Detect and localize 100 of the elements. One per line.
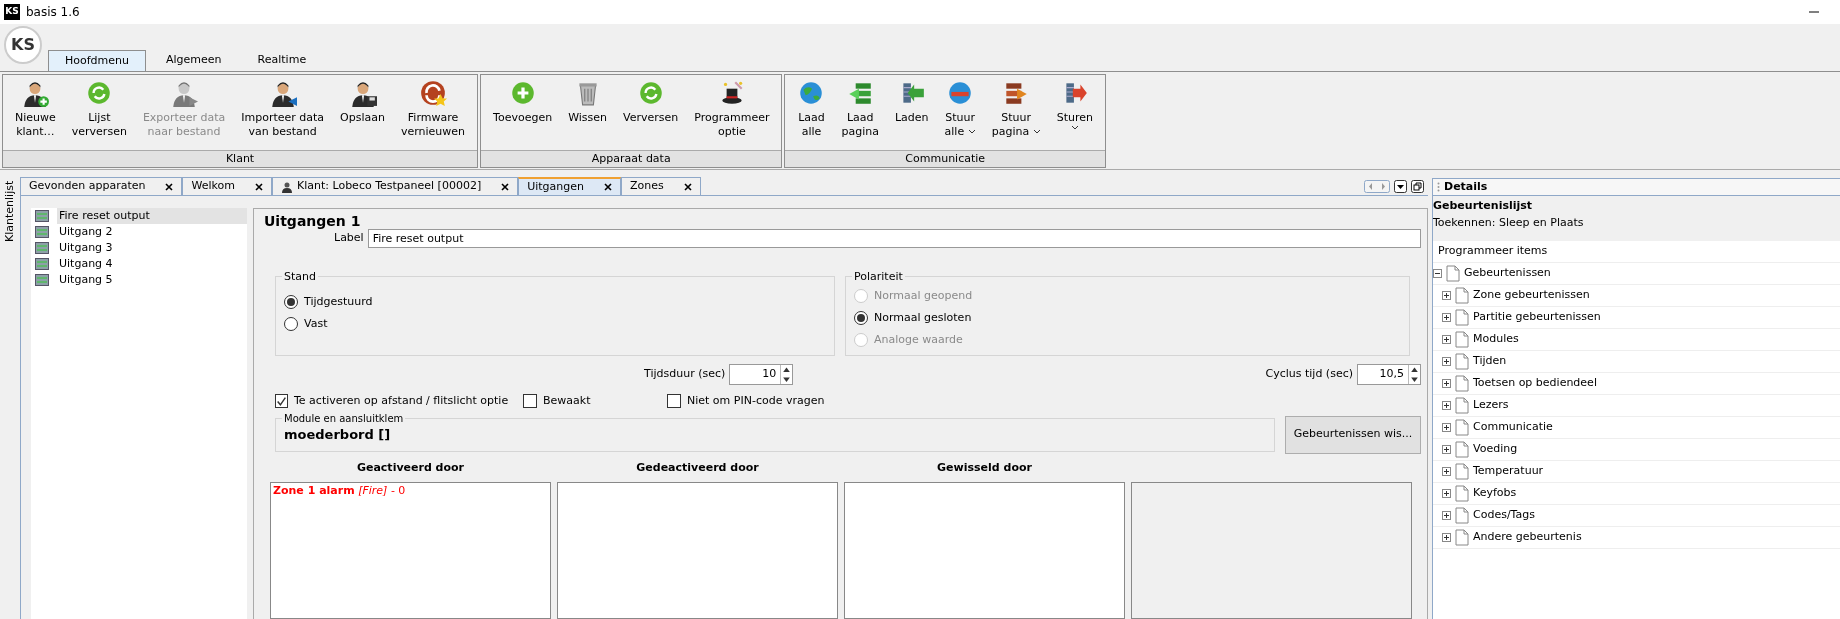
dropdown-icon[interactable]: [1394, 180, 1407, 193]
close-icon[interactable]: [683, 182, 692, 191]
tree-item[interactable]: Modules: [1433, 329, 1840, 351]
ribbon-button[interactable]: Importeer data van bestand: [233, 79, 333, 139]
details-subheading: Toekennen: Sleep en Plaats: [1433, 214, 1585, 231]
ribbon-tab[interactable]: Realtime: [241, 50, 323, 71]
panel-icon: [35, 210, 49, 222]
radio-button[interactable]: [284, 317, 298, 331]
tree-item[interactable]: Zone gebeurtenissen: [1433, 285, 1840, 307]
radio-label: Analoge waarde: [874, 331, 963, 348]
collapse-icon[interactable]: [1433, 269, 1442, 278]
expand-icon[interactable]: [1442, 489, 1451, 498]
up-arrow-icon[interactable]: [1409, 365, 1420, 375]
ribbon-button[interactable]: Lijst verversen: [63, 79, 135, 139]
list-item[interactable]: Uitgang 4: [31, 256, 247, 272]
clear-events-button[interactable]: Gebeurtenissen wis...: [1285, 415, 1421, 454]
expand-icon[interactable]: [1442, 423, 1451, 432]
expand-icon[interactable]: [1442, 357, 1451, 366]
radio-button[interactable]: [854, 311, 868, 325]
side-strip[interactable]: Klantenlijst: [0, 178, 20, 619]
document-tab[interactable]: Welkom: [182, 177, 272, 195]
ribbon-button[interactable]: Sturen: [1048, 79, 1101, 131]
module-value: moederbord []: [284, 426, 391, 442]
tree-item[interactable]: Voeding: [1433, 439, 1840, 461]
window-title: basis 1.6: [26, 4, 80, 21]
document-tab[interactable]: Zones: [621, 177, 701, 195]
person-plus-icon: [21, 79, 50, 107]
document-icon: [1446, 265, 1460, 282]
close-icon[interactable]: [604, 183, 613, 191]
checkbox[interactable]: [523, 394, 537, 409]
expand-icon[interactable]: [1442, 467, 1451, 476]
expand-icon[interactable]: [1442, 313, 1451, 322]
ribbon-button[interactable]: Laad alle: [789, 79, 834, 139]
list-item[interactable]: Uitgang 2: [31, 224, 247, 240]
ribbon-button[interactable]: Opslaan: [332, 79, 393, 125]
expand-icon[interactable]: [1442, 445, 1451, 454]
document-icon: [1455, 353, 1469, 370]
tree-item[interactable]: Temperatuur: [1433, 461, 1840, 483]
document-tab[interactable]: Uitgangen: [518, 177, 622, 195]
ribbon-button[interactable]: Programmeer optie: [686, 79, 778, 139]
expand-icon[interactable]: [1442, 291, 1451, 300]
close-icon[interactable]: [254, 182, 263, 191]
expand-icon[interactable]: [1442, 401, 1451, 410]
ribbon-button[interactable]: Laad pagina: [833, 79, 887, 139]
checkbox[interactable]: [275, 394, 288, 409]
ribbon-button[interactable]: Laden: [886, 79, 937, 125]
ribbon-button[interactable]: Firmware vernieuwen: [392, 79, 474, 139]
checkbox-label: Bewaakt: [543, 393, 591, 409]
tree-item[interactable]: Lezers: [1433, 395, 1840, 417]
document-icon: [1455, 529, 1469, 546]
expand-icon[interactable]: [1442, 379, 1451, 388]
document-icon: [1455, 485, 1469, 502]
tree-item[interactable]: Communicatie: [1433, 417, 1840, 439]
ribbon-button[interactable]: Wissen: [560, 79, 616, 125]
tree-item[interactable]: Tijden: [1433, 351, 1840, 373]
close-icon[interactable]: [501, 182, 510, 191]
tree-item[interactable]: Andere gebeurtenis: [1433, 527, 1840, 549]
tree-item[interactable]: Keyfobs: [1433, 483, 1840, 505]
app-logo[interactable]: KS: [4, 26, 42, 64]
document-tab[interactable]: Gevonden apparaten: [20, 177, 183, 195]
restore-icon[interactable]: [1411, 180, 1424, 193]
ribbon-button[interactable]: Verversen: [615, 79, 687, 125]
panel-icon: [35, 226, 49, 238]
document-icon: [1455, 397, 1469, 414]
tree-item[interactable]: Codes/Tags: [1433, 505, 1840, 527]
expand-icon[interactable]: [1442, 511, 1451, 520]
number-field[interactable]: 10: [729, 364, 794, 385]
ribbon-button[interactable]: Nieuwe klant…: [7, 79, 64, 139]
document-icon: [1455, 331, 1469, 348]
ribbon-tab[interactable]: Hoofdmenu: [48, 50, 146, 71]
list-item[interactable]: Uitgang 3: [31, 240, 247, 256]
list-item[interactable]: Uitgang 5: [31, 272, 247, 288]
ribbon-button[interactable]: Stuur alle: [936, 79, 984, 139]
event-item[interactable]: Zone 1 alarm [Fire] - 0: [273, 482, 548, 499]
column-heading: Gedeactiveerd door: [635, 459, 760, 476]
label-field[interactable]: Fire reset output: [367, 229, 1421, 248]
radio-label: Normaal geopend: [874, 287, 973, 304]
tree-caption: Programmeer items: [1433, 241, 1840, 263]
ribbon-button[interactable]: Stuur pagina: [983, 79, 1049, 139]
checkbox-label: Te activeren op afstand / flitslicht optie: [294, 393, 509, 409]
column-heading: Gewisseld door: [936, 459, 1033, 476]
tree-item[interactable]: Toetsen op bediendeel: [1433, 373, 1840, 395]
ribbon-tab[interactable]: Algemeen: [150, 50, 238, 71]
tree-item[interactable]: Partitie gebeurtenissen: [1433, 307, 1840, 329]
ribbon-button[interactable]: Toevoegen: [485, 79, 561, 125]
field-label: Tijdsduur (sec): [644, 366, 726, 383]
expand-icon[interactable]: [1442, 335, 1451, 344]
document-icon: [1455, 419, 1469, 436]
checkbox[interactable]: [667, 394, 681, 409]
person-arrow-icon: [170, 79, 199, 107]
grip-icon[interactable]: [1437, 182, 1440, 192]
expand-icon[interactable]: [1442, 533, 1451, 542]
panel-icon: [35, 274, 49, 286]
radio-button[interactable]: [284, 295, 298, 309]
document-tab[interactable]: Klant: Lobeco Testpaneel [00002]: [271, 177, 519, 195]
close-icon[interactable]: [165, 182, 174, 191]
tree-item[interactable]: Gebeurtenissen: [1433, 263, 1840, 285]
checkbox-label: Niet om PIN-code vragen: [687, 393, 825, 409]
number-field[interactable]: 10,5: [1357, 364, 1421, 385]
radio-label: Vast: [304, 315, 328, 332]
